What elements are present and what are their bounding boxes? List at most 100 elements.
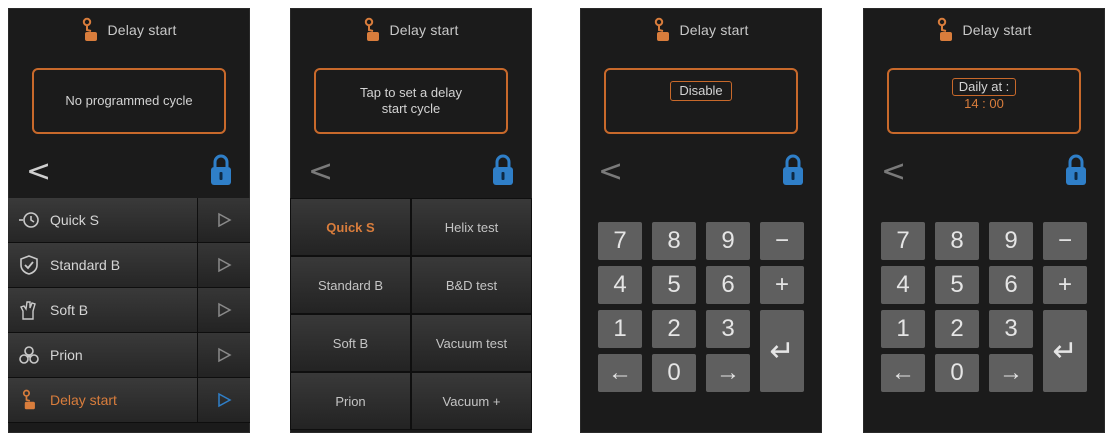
key-7[interactable]: 7 bbox=[881, 222, 925, 260]
screen-title: Delay start bbox=[107, 22, 177, 38]
cycle-option[interactable]: Helix test bbox=[411, 198, 532, 256]
screen-header: Delay start bbox=[580, 8, 822, 52]
key-right-arrow[interactable]: → bbox=[989, 354, 1033, 392]
cycle-label: Prion bbox=[50, 347, 83, 363]
play-icon bbox=[216, 347, 232, 363]
key-9[interactable]: 9 bbox=[706, 222, 750, 260]
delay-setting-box: Daily at : 14 : 00 bbox=[887, 68, 1081, 134]
key-3[interactable]: 3 bbox=[706, 310, 750, 348]
set-delay-message-box[interactable]: Tap to set a delay start cycle bbox=[314, 68, 508, 134]
play-icon bbox=[216, 257, 232, 273]
cycle-button[interactable]: Soft B bbox=[8, 288, 198, 332]
key-3[interactable]: 3 bbox=[989, 310, 1033, 348]
cycle-button[interactable]: Quick S bbox=[8, 198, 198, 242]
back-icon[interactable]: < bbox=[26, 157, 51, 187]
play-icon bbox=[216, 392, 232, 408]
daily-time-value[interactable]: 14 : 00 bbox=[964, 96, 1004, 112]
nav-row: < bbox=[863, 148, 1105, 198]
key-minus[interactable]: − bbox=[1043, 222, 1087, 260]
glove-icon bbox=[20, 301, 36, 320]
cycle-option[interactable]: Vacuum + bbox=[411, 372, 532, 430]
key-left-arrow[interactable]: ← bbox=[881, 354, 925, 392]
play-button[interactable] bbox=[198, 198, 250, 242]
play-button[interactable] bbox=[198, 243, 250, 287]
key-1[interactable]: 1 bbox=[881, 310, 925, 348]
key-2[interactable]: 2 bbox=[652, 310, 696, 348]
cycle-list: Quick S Standard B Soft B Prion Delay st… bbox=[8, 198, 250, 423]
key-9[interactable]: 9 bbox=[989, 222, 1033, 260]
shield-check-icon bbox=[20, 255, 38, 275]
key-8[interactable]: 8 bbox=[652, 222, 696, 260]
cycle-option[interactable]: Soft B bbox=[290, 314, 411, 372]
enter-key[interactable]: ↵ bbox=[760, 310, 804, 392]
cycle-option[interactable]: Vacuum test bbox=[411, 314, 532, 372]
cycle-button[interactable]: Delay start bbox=[8, 378, 198, 422]
list-item-prion[interactable]: Prion bbox=[8, 333, 250, 378]
list-item-soft-b[interactable]: Soft B bbox=[8, 288, 250, 333]
cycle-option[interactable]: Standard B bbox=[290, 256, 411, 314]
delay-start-icon bbox=[363, 17, 381, 43]
key-6[interactable]: 6 bbox=[706, 266, 750, 304]
enter-key[interactable]: ↵ bbox=[1043, 310, 1087, 392]
nav-row: < bbox=[290, 148, 532, 198]
message-line-2: start cycle bbox=[381, 101, 441, 116]
back-icon[interactable]: < bbox=[881, 157, 906, 187]
cycle-label: Soft B bbox=[50, 302, 89, 318]
key-8[interactable]: 8 bbox=[935, 222, 979, 260]
cycle-option[interactable]: Prion bbox=[290, 372, 411, 430]
cycle-label: Quick S bbox=[50, 212, 100, 228]
play-button[interactable] bbox=[198, 333, 250, 377]
cycle-button[interactable]: Prion bbox=[8, 333, 198, 377]
delay-start-icon bbox=[81, 17, 99, 43]
delay-start-icon bbox=[936, 17, 954, 43]
screen-delay-start-menu: Delay start No programmed cycle < Quick … bbox=[8, 8, 250, 433]
key-1[interactable]: 1 bbox=[598, 310, 642, 348]
play-icon bbox=[216, 212, 232, 228]
back-icon[interactable]: < bbox=[598, 157, 623, 187]
biohazard-icon bbox=[19, 346, 39, 364]
list-item-standard-b[interactable]: Standard B bbox=[8, 243, 250, 288]
nav-row: < bbox=[8, 148, 250, 198]
delay-mode-field[interactable]: Disable bbox=[670, 81, 732, 101]
cycle-grid: Quick S Helix test Standard B B&D test S… bbox=[290, 198, 532, 430]
lock-icon[interactable] bbox=[1065, 154, 1087, 186]
key-0[interactable]: 0 bbox=[935, 354, 979, 392]
key-6[interactable]: 6 bbox=[989, 266, 1033, 304]
key-5[interactable]: 5 bbox=[935, 266, 979, 304]
cycle-option[interactable]: Quick S bbox=[290, 198, 411, 256]
lock-icon[interactable] bbox=[210, 154, 232, 186]
delay-start-icon bbox=[18, 389, 40, 411]
play-button[interactable] bbox=[198, 378, 250, 422]
quick-cycle-icon bbox=[19, 212, 39, 228]
screen-select-delay-cycle: Delay start Tap to set a delay start cyc… bbox=[290, 8, 532, 433]
list-item-delay-start[interactable]: Delay start bbox=[8, 378, 250, 423]
key-7[interactable]: 7 bbox=[598, 222, 642, 260]
key-plus[interactable]: + bbox=[1043, 266, 1087, 304]
screen-delay-disabled: Delay start Disable < 7 8 9 − 4 5 6 + 1 … bbox=[580, 8, 822, 433]
key-minus[interactable]: − bbox=[760, 222, 804, 260]
key-left-arrow[interactable]: ← bbox=[598, 354, 642, 392]
key-plus[interactable]: + bbox=[760, 266, 804, 304]
key-4[interactable]: 4 bbox=[598, 266, 642, 304]
screen-title: Delay start bbox=[389, 22, 459, 38]
daily-mode-field[interactable]: Daily at : bbox=[951, 78, 1017, 96]
lock-icon[interactable] bbox=[782, 154, 804, 186]
key-right-arrow[interactable]: → bbox=[706, 354, 750, 392]
key-4[interactable]: 4 bbox=[881, 266, 925, 304]
status-message-box: No programmed cycle bbox=[32, 68, 226, 134]
screen-title: Delay start bbox=[679, 22, 749, 38]
key-5[interactable]: 5 bbox=[652, 266, 696, 304]
back-icon[interactable]: < bbox=[308, 157, 333, 187]
list-item-quick-s[interactable]: Quick S bbox=[8, 198, 250, 243]
cycle-button[interactable]: Standard B bbox=[8, 243, 198, 287]
screen-header: Delay start bbox=[8, 8, 250, 52]
key-2[interactable]: 2 bbox=[935, 310, 979, 348]
delay-setting-box: Disable bbox=[604, 68, 798, 134]
cycle-option[interactable]: B&D test bbox=[411, 256, 532, 314]
screen-header: Delay start bbox=[290, 8, 532, 52]
play-button[interactable] bbox=[198, 288, 250, 332]
play-icon bbox=[216, 302, 232, 318]
key-0[interactable]: 0 bbox=[652, 354, 696, 392]
cycle-label: Standard B bbox=[50, 257, 121, 273]
lock-icon[interactable] bbox=[492, 154, 514, 186]
